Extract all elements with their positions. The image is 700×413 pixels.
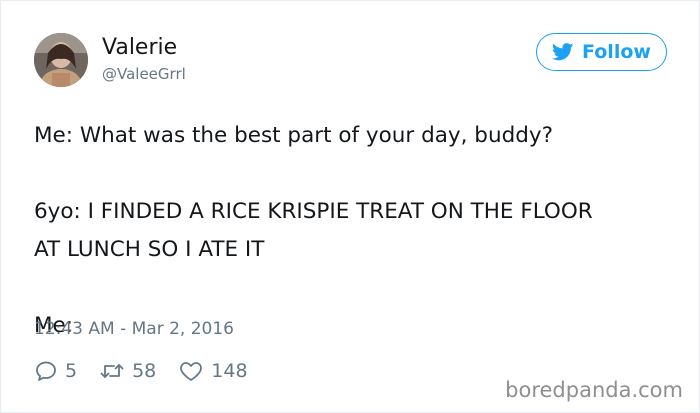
tweet-line: Me: What was the best part of your day, … [34,123,554,148]
tweet-card: Valerie @ValeeGrrl Follow Me: What was t… [0,0,700,413]
display-name[interactable]: Valerie [102,35,177,61]
avatar[interactable] [34,33,88,87]
like-count: 148 [211,360,248,382]
avatar-image [34,33,88,87]
follow-button-label: Follow [582,41,651,63]
tweet-text: Me: What was the best part of your day, … [34,117,679,345]
tweet-actions: 5 58 148 [34,357,270,385]
reply-icon [34,359,58,383]
like-button[interactable]: 148 [178,359,248,383]
watermark: boredpanda.com [505,378,683,402]
twitter-bird-icon [552,43,574,61]
tweet-line: 6yo: I FINDED A RICE KRISPIE TREAT ON TH… [34,199,593,224]
user-handle[interactable]: @ValeeGrrl [102,65,186,83]
reply-button[interactable]: 5 [34,359,77,383]
tweet-line: AT LUNCH SO I ATE IT [34,237,265,262]
heart-icon [178,359,204,383]
retweet-count: 58 [132,360,157,382]
retweet-icon [99,359,125,383]
follow-button[interactable]: Follow [536,33,667,71]
reply-count: 5 [65,360,78,382]
tweet-timestamp[interactable]: 12:43 AM - Mar 2, 2016 [34,319,234,339]
retweet-button[interactable]: 58 [99,359,156,383]
